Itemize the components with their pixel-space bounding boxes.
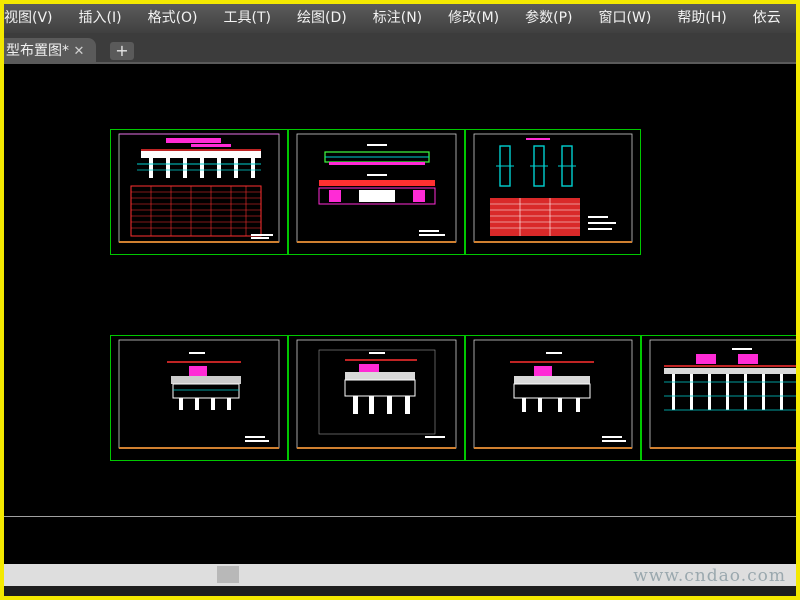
menu-window[interactable]: 窗口(W) (586, 4, 665, 33)
file-tab-active[interactable]: 型布置图* ✕ (4, 38, 96, 64)
file-tab-label: 型布置图* (6, 43, 69, 59)
menu-draw[interactable]: 绘图(D) (284, 4, 360, 33)
drawing-sheet-4[interactable] (110, 335, 288, 461)
drawing-sheet-5[interactable] (288, 335, 465, 461)
watermark: www.cndao.com (633, 566, 786, 586)
bottom-strip (4, 586, 796, 596)
drawing-sheet-1[interactable] (110, 129, 288, 255)
menu-view[interactable]: 视图(V) (4, 4, 66, 33)
command-line[interactable] (4, 516, 796, 565)
menu-extra[interactable]: 依云 (740, 4, 794, 33)
drawing-canvas[interactable] (4, 64, 800, 516)
menu-parametric[interactable]: 参数(P) (512, 4, 585, 33)
menu-modify[interactable]: 修改(M) (435, 4, 512, 33)
menu-help[interactable]: 帮助(H) (664, 4, 739, 33)
menu-format[interactable]: 格式(O) (135, 4, 211, 33)
file-tab-bar: 型布置图* ✕ + (4, 33, 796, 64)
drawing-sheet-6[interactable] (465, 335, 641, 461)
menu-insert[interactable]: 插入(I) (66, 4, 135, 33)
drawing-sheet-2[interactable] (288, 129, 465, 255)
menu-bar: 视图(V) 插入(I) 格式(O) 工具(T) 绘图(D) 标注(N) 修改(M… (4, 4, 796, 33)
menu-tools[interactable]: 工具(T) (211, 4, 284, 33)
add-tab-icon[interactable]: + (110, 42, 134, 60)
drawing-sheet-3[interactable] (465, 129, 641, 255)
drawing-sheet-7[interactable] (641, 335, 800, 461)
menu-dimension[interactable]: 标注(N) (360, 4, 435, 33)
scrollbar-thumb[interactable] (217, 566, 239, 583)
close-icon[interactable]: ✕ (72, 45, 86, 59)
